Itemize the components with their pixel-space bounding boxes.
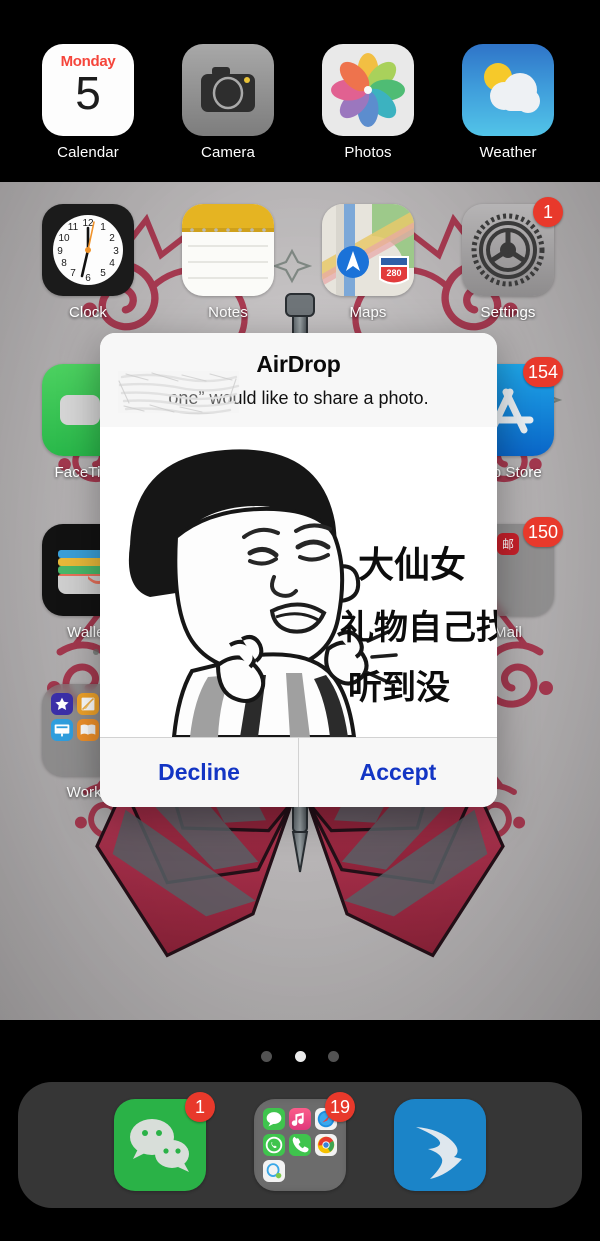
airdrop-dialog-header: AirDrop one” would like to share a photo… [100,333,497,427]
badge-app-store: 154 [522,357,563,387]
airdrop-dialog: AirDrop one” would like to share a photo… [100,333,497,807]
accept-button[interactable]: Accept [299,738,497,807]
meme-caption-line-1: 大仙女 [358,545,466,586]
meme-illustration: 大仙女 礼物自己找 听到没 [100,427,497,737]
airdrop-dialog-actions: Decline Accept [100,737,497,807]
meme-caption-line-3: 听到没 [348,668,450,708]
iphone-screen: Monday 5 Calendar Camera Photos Weather … [0,0,600,1241]
badge-folder-mail: 150 [522,517,563,547]
airdrop-shared-photo: 大仙女 礼物自己找 听到没 [100,427,497,737]
meme-caption-line-2: 礼物自己找 [340,608,497,648]
badge-settings: 1 [533,197,563,227]
decline-button[interactable]: Decline [100,738,298,807]
airdrop-dialog-message: one” would like to share a photo. [168,388,429,408]
airdrop-dialog-title: AirDrop [256,351,341,377]
